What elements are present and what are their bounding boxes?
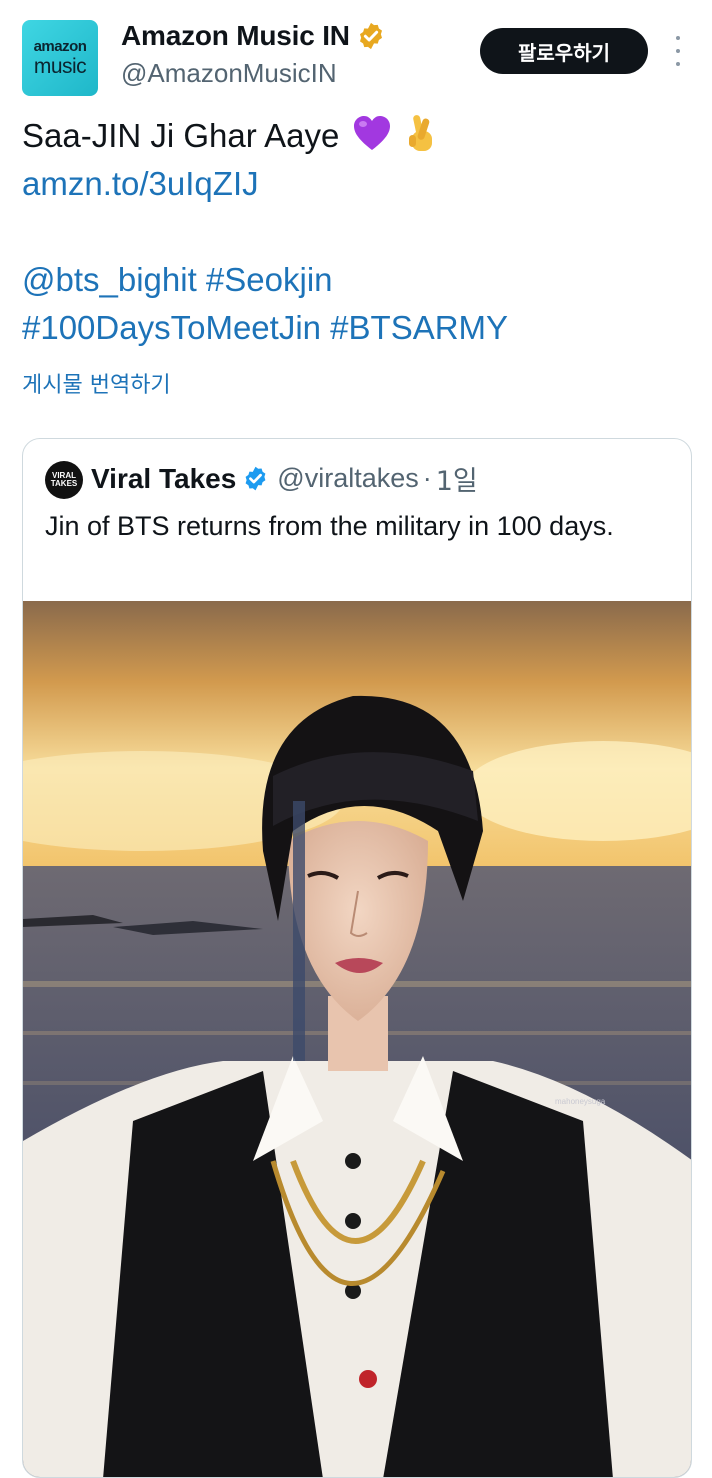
tweet-mentions-line[interactable]: @bts_bighit #Seokjin bbox=[22, 256, 692, 304]
follow-button[interactable]: 팔로우하기 bbox=[480, 28, 648, 74]
translate-post-link[interactable]: 게시물 번역하기 bbox=[22, 366, 171, 406]
photo-watermark: mahoneysuga bbox=[555, 1097, 606, 1106]
author-display-name[interactable]: Amazon Music IN bbox=[121, 20, 350, 52]
quoted-tweet-photo[interactable]: mahoneysuga bbox=[23, 601, 691, 1477]
quoted-tweet-card[interactable]: VIRAL TAKES Viral Takes @viraltakes · 1일… bbox=[22, 438, 692, 1478]
tweet-link[interactable]: amzn.to/3uIqZIJ bbox=[22, 160, 692, 208]
verified-badge-icon bbox=[359, 22, 382, 50]
author-name-row: Amazon Music IN bbox=[121, 20, 386, 52]
purple-heart-icon bbox=[354, 116, 391, 150]
tweet-hashtags-line[interactable]: #100DaysToMeetJin #BTSARMY bbox=[22, 304, 692, 352]
author-avatar[interactable]: amazon music bbox=[22, 20, 98, 96]
quoted-author-avatar[interactable]: VIRAL TAKES bbox=[45, 461, 83, 499]
tweet-line-1: Saa-JIN Ji Ghar Aaye bbox=[22, 112, 692, 160]
quoted-timestamp[interactable]: 1일 bbox=[436, 459, 478, 498]
more-options-icon[interactable] bbox=[668, 36, 688, 66]
author-handle[interactable]: @AmazonMusicIN bbox=[121, 58, 337, 89]
quoted-handle[interactable]: @viraltakes bbox=[277, 463, 418, 494]
separator-dot: · bbox=[422, 463, 432, 493]
verified-badge-icon bbox=[245, 466, 266, 491]
avatar-logo-line1: amazon bbox=[33, 38, 87, 55]
quoted-tweet-text: Jin of BTS returns from the military in … bbox=[45, 511, 614, 541]
avatar-logo-line2: music bbox=[33, 55, 87, 78]
quoted-display-name[interactable]: Viral Takes bbox=[91, 463, 236, 495]
crossed-fingers-icon bbox=[408, 115, 432, 151]
tweet-line-1-text: Saa-JIN Ji Ghar Aaye bbox=[22, 117, 340, 154]
tweet-text: Saa-JIN Ji Ghar Aaye amzn.to/3uIqZIJ @bt… bbox=[22, 112, 692, 352]
quoted-tweet-header: Viral Takes @viraltakes · 1일 bbox=[91, 459, 478, 498]
